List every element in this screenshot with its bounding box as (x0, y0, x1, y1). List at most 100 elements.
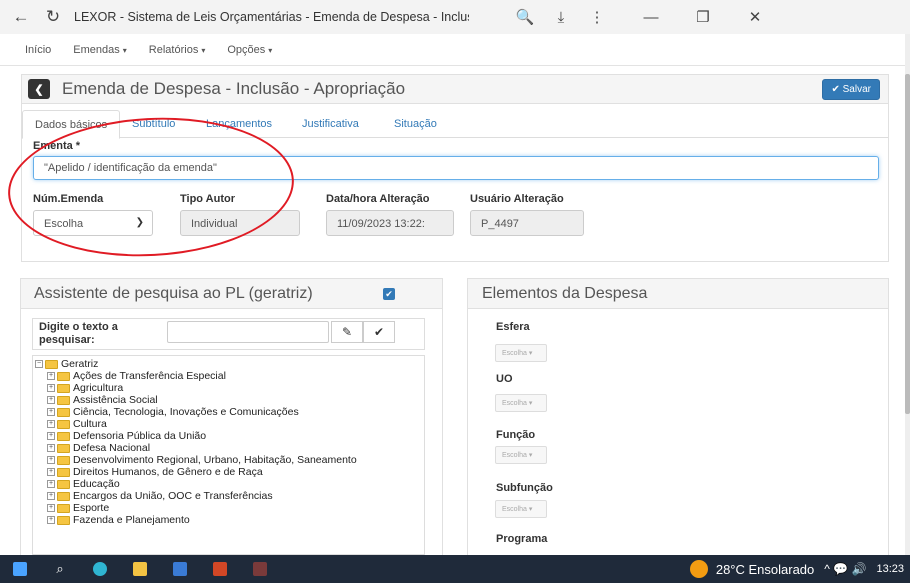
confirm-search-button[interactable]: ✔ (363, 321, 395, 343)
expand-icon[interactable]: + (47, 420, 55, 428)
num-emenda-select[interactable]: Escolha ❯ (33, 210, 153, 236)
menu-emendas[interactable]: Emendas ▾ (73, 44, 127, 56)
expand-icon[interactable]: + (47, 456, 55, 464)
folder-icon (57, 479, 70, 489)
elements-panel: Elementos da Despesa Esfera Escolha ▾ UO… (467, 278, 889, 558)
powerpoint-icon[interactable] (200, 555, 240, 583)
funcao-label: Função (496, 429, 536, 441)
file-explorer-icon[interactable] (120, 555, 160, 583)
restore-icon[interactable]: ❐ (677, 8, 729, 26)
weather-text[interactable]: 28°C Ensolarado (716, 562, 814, 577)
ementa-input[interactable]: "Apelido / identificação da emenda" (33, 156, 879, 180)
geratriz-tree: − Geratriz + Ações de Transferência Espec… (32, 355, 425, 555)
search-input[interactable] (167, 321, 329, 343)
tree-label: Direitos Humanos, de Gênero e de Raça (73, 466, 263, 478)
tree-node-item[interactable]: + Defensoria Pública da União (47, 430, 206, 442)
page-scrollbar[interactable] (905, 34, 910, 555)
tree-node-item[interactable]: + Educação (47, 478, 120, 490)
expand-icon[interactable]: + (47, 468, 55, 476)
tab-justificativa[interactable]: Justificativa (290, 110, 371, 138)
assistant-checkbox[interactable]: ✔ (383, 288, 395, 300)
programa-label: Programa (496, 533, 548, 545)
expand-icon[interactable]: + (47, 516, 55, 524)
tree-node-item[interactable]: + Encargos da União, OOC e Transferências (47, 490, 273, 502)
tree-node-item[interactable]: + Agricultura (47, 382, 123, 394)
tab-bar: Dados básicos Subtítulo Lançamentos Just… (22, 108, 888, 139)
clock[interactable]: 13:23 (876, 563, 904, 575)
menu-label: Início (25, 43, 52, 56)
more-menu-icon[interactable]: ⋮ (579, 8, 615, 26)
tree-node-item[interactable]: + Cultura (47, 418, 107, 430)
tree-root[interactable]: − Geratriz (35, 358, 98, 370)
uo-select[interactable]: Escolha ▾ (495, 394, 547, 412)
tree-node-item[interactable]: + Fazenda e Planejamento (47, 514, 190, 526)
windows-start-icon[interactable] (0, 555, 40, 583)
tree-label: Educação (73, 478, 120, 490)
clear-search-button[interactable]: ✎ (331, 321, 363, 343)
edge-icon[interactable] (80, 555, 120, 583)
collapse-icon[interactable]: − (35, 360, 43, 368)
expand-icon[interactable]: + (47, 432, 55, 440)
tree-node-item[interactable]: + Desenvolvimento Regional, Urbano, Habit… (47, 454, 357, 466)
tree-label: Cultura (73, 418, 107, 430)
menu-relatorios[interactable]: Relatórios ▾ (149, 44, 206, 56)
tipo-autor-field: Individual (180, 210, 300, 236)
app-menubar: Início Emendas ▾ Relatórios ▾ Opções ▾ (0, 34, 905, 66)
tree-label: Fazenda e Planejamento (73, 514, 190, 526)
tab-lancamentos[interactable]: Lançamentos (194, 110, 284, 138)
folder-icon (57, 443, 70, 453)
folder-icon (57, 419, 70, 429)
expand-icon[interactable]: + (47, 504, 55, 512)
tree-label: Assistência Social (73, 394, 158, 406)
tree-node-item[interactable]: + Assistência Social (47, 394, 158, 406)
window-title: LEXOR - Sistema de Leis Orçamentárias - … (74, 10, 469, 24)
expand-icon[interactable]: + (47, 408, 55, 416)
zoom-icon[interactable]: 🔍 (507, 8, 543, 26)
tree-label: Esporte (73, 502, 110, 514)
expand-icon[interactable]: + (47, 492, 55, 500)
minimize-icon[interactable]: — (625, 9, 677, 26)
store-icon[interactable] (160, 555, 200, 583)
close-icon[interactable]: ✕ (729, 8, 781, 26)
tray-icons[interactable]: ^ 💬 🔊 (824, 562, 866, 576)
expand-icon[interactable]: + (47, 480, 55, 488)
tree-node-item[interactable]: + Direitos Humanos, de Gênero e de Raça (47, 466, 263, 478)
expand-icon[interactable]: + (47, 444, 55, 452)
tab-subtitulo[interactable]: Subtítulo (120, 110, 187, 138)
esfera-select[interactable]: Escolha ▾ (495, 344, 547, 362)
tipo-autor-label: Tipo Autor (180, 193, 235, 205)
caret-down-icon: ▾ (201, 45, 206, 55)
scrollbar-thumb[interactable] (905, 74, 910, 414)
menu-inicio[interactable]: Início (25, 44, 51, 56)
weather-sun-icon (689, 560, 708, 578)
tree-node-item[interactable]: + Esporte (47, 502, 109, 514)
tab-situacao[interactable]: Situação (382, 110, 449, 138)
tree-node-item[interactable]: + Ciência, Tecnologia, Inovações e Comuni… (47, 406, 299, 418)
menu-label: Relatórios (148, 43, 199, 56)
expand-icon[interactable]: + (47, 396, 55, 404)
funcao-select[interactable]: Escolha ▾ (495, 446, 547, 464)
download-icon[interactable]: ⤓ (543, 9, 579, 26)
tree-node-item[interactable]: + Ações de Transferência Especial (47, 370, 226, 382)
save-button[interactable]: ✔ Salvar (822, 79, 880, 100)
back-button[interactable]: ❮ (28, 79, 50, 99)
reload-icon[interactable]: ↻ (42, 6, 64, 28)
page-title: Emenda de Despesa - Inclusão - Apropriaç… (62, 79, 406, 98)
tree-label: Desenvolvimento Regional, Urbano, Habita… (73, 454, 357, 466)
chevron-down-icon: ❯ (135, 217, 144, 228)
expand-icon[interactable]: + (47, 384, 55, 392)
app-icon[interactable] (240, 555, 280, 583)
folder-icon (57, 431, 70, 441)
search-icon[interactable]: ⌕ (40, 555, 80, 583)
subfuncao-label: Subfunção (496, 482, 553, 494)
subfuncao-select[interactable]: Escolha ▾ (495, 500, 547, 518)
back-arrow-icon[interactable]: ← (10, 6, 32, 28)
folder-icon (45, 359, 58, 369)
expand-icon[interactable]: + (47, 372, 55, 380)
menu-label: Opções (227, 43, 266, 56)
menu-opcoes[interactable]: Opções ▾ (227, 44, 272, 56)
caret-down-icon: ▾ (122, 45, 127, 55)
tree-node-item[interactable]: + Defesa Nacional (47, 442, 150, 454)
tab-dados-basicos[interactable]: Dados básicos (22, 110, 121, 139)
system-tray: 28°C Ensolarado ^ 💬 🔊 13:23 (689, 555, 904, 583)
